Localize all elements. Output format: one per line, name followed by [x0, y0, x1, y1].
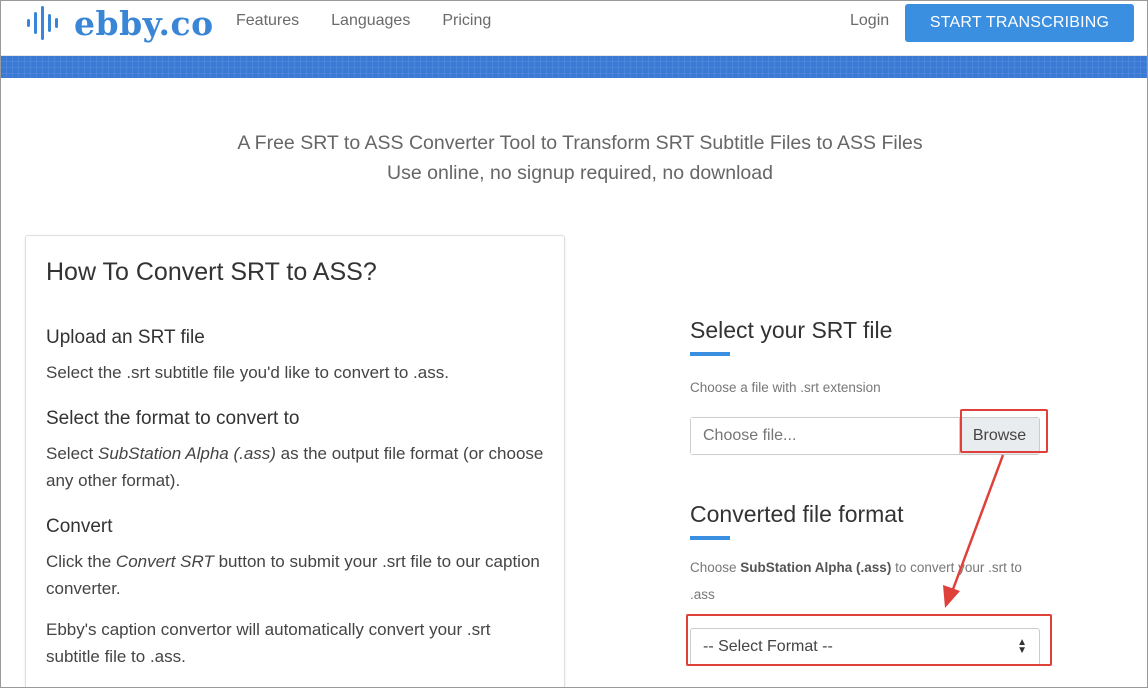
annotation-arrow-icon — [943, 454, 1005, 608]
